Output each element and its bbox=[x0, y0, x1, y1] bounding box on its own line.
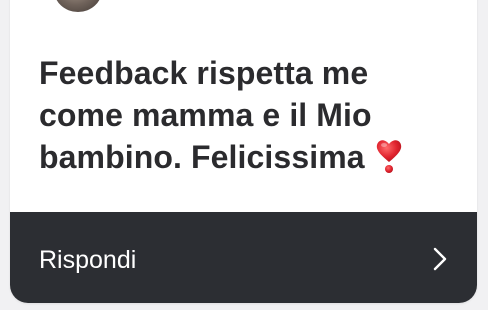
review-card: Feedback rispetta me come mamma e il Mio… bbox=[10, 0, 477, 303]
red-heart-exclamation-icon bbox=[375, 138, 403, 174]
reply-button[interactable]: Rispondi bbox=[10, 212, 477, 303]
review-message-text: Feedback rispetta me come mamma e il Mio… bbox=[39, 55, 372, 175]
chevron-right-icon bbox=[433, 247, 447, 271]
avatar bbox=[54, 0, 102, 12]
review-message: Feedback rispetta me come mamma e il Mio… bbox=[39, 52, 449, 178]
reply-label: Rispondi bbox=[39, 246, 137, 274]
